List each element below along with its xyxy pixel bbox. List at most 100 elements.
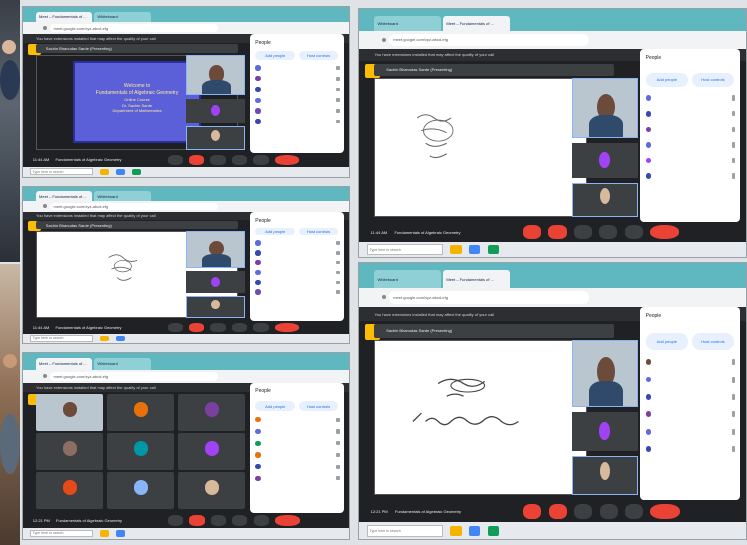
participant-row[interactable]	[640, 153, 741, 169]
leave-call-button[interactable]	[650, 503, 680, 520]
mic-off-button[interactable]	[522, 225, 542, 240]
grid-tile[interactable]	[106, 472, 174, 510]
folder-icon[interactable]	[99, 530, 110, 537]
add-people-button[interactable]: Add people	[255, 401, 296, 412]
participant-row[interactable]	[250, 277, 345, 287]
grid-tile[interactable]	[106, 393, 174, 431]
browser-tab-other[interactable]: Whiteboard	[374, 270, 442, 288]
app-icon[interactable]	[131, 168, 142, 175]
present-button[interactable]	[599, 225, 618, 240]
participant-row[interactable]	[250, 437, 345, 449]
participant-tile[interactable]	[186, 98, 245, 123]
host-controls-button[interactable]: Host controls	[691, 333, 735, 351]
add-people-button[interactable]: Add people	[645, 72, 689, 88]
participant-tile[interactable]	[186, 271, 245, 294]
taskbar-search[interactable]: Type here to search	[29, 168, 94, 176]
app-icon[interactable]	[488, 245, 500, 254]
participant-row[interactable]	[250, 95, 345, 106]
url-field[interactable]: meet.google.com/xyz-abcd-efg	[49, 202, 219, 211]
participant-row[interactable]	[250, 287, 345, 297]
camera-off-button[interactable]	[189, 155, 205, 165]
browser-tab-other[interactable]: Whiteboard	[94, 11, 151, 23]
add-people-button[interactable]: Add people	[645, 333, 689, 351]
participant-row[interactable]	[640, 106, 741, 122]
folder-icon[interactable]	[450, 245, 462, 254]
present-button[interactable]	[232, 515, 248, 526]
participant-row[interactable]	[250, 73, 345, 84]
more-options-button[interactable]	[624, 503, 644, 520]
captions-button[interactable]	[574, 503, 593, 520]
mic-button[interactable]	[167, 155, 183, 165]
presenter-video-tile[interactable]	[571, 78, 638, 138]
more-options-button[interactable]	[253, 515, 269, 526]
present-button[interactable]	[231, 323, 248, 332]
folder-icon[interactable]	[99, 168, 110, 175]
add-people-button[interactable]: Add people	[255, 227, 296, 236]
participant-row[interactable]	[250, 472, 345, 484]
participant-row[interactable]	[250, 258, 345, 268]
grid-tile[interactable]	[36, 472, 103, 510]
more-options-button[interactable]	[253, 323, 269, 332]
captions-button[interactable]	[210, 155, 226, 165]
url-field[interactable]: meet.google.com/xyz-abcd-efg	[49, 24, 219, 33]
grid-tile[interactable]	[177, 393, 245, 431]
folder-icon[interactable]	[99, 335, 110, 342]
taskbar-search[interactable]: Type here to search	[366, 244, 443, 255]
browser-tab-other[interactable]: Whiteboard	[94, 191, 151, 202]
participant-row[interactable]	[640, 168, 741, 184]
host-controls-button[interactable]: Host controls	[298, 227, 339, 236]
participant-row[interactable]	[250, 248, 345, 258]
participant-tile[interactable]	[571, 412, 638, 451]
mic-off-button[interactable]	[523, 503, 542, 520]
taskbar-search[interactable]: Type here to search	[29, 335, 94, 342]
url-field[interactable]: meet.google.com/xyz-abcd-efg	[389, 290, 590, 305]
captions-button[interactable]	[210, 515, 227, 526]
url-field[interactable]: meet.google.com/xyz-abcd-efg	[49, 371, 219, 381]
more-options-button[interactable]	[624, 225, 643, 240]
captions-button[interactable]	[210, 323, 226, 332]
leave-call-button[interactable]	[274, 323, 300, 332]
host-controls-button[interactable]: Host controls	[691, 72, 735, 88]
camera-off-button[interactable]	[189, 515, 205, 526]
participant-row[interactable]	[640, 423, 741, 440]
participant-row[interactable]	[250, 238, 345, 248]
participant-row[interactable]	[250, 268, 345, 278]
participant-row[interactable]	[250, 84, 345, 95]
presenter-video-tile[interactable]	[571, 340, 638, 407]
browser-tab-meet[interactable]: Meet – Fundamentals of ...	[443, 270, 511, 288]
camera-off-button[interactable]	[189, 323, 205, 332]
host-controls-button[interactable]: Host controls	[298, 401, 339, 412]
chrome-icon[interactable]	[469, 245, 481, 254]
presenter-video-tile[interactable]	[186, 230, 245, 269]
participant-row[interactable]	[640, 354, 741, 371]
self-view-tile[interactable]	[571, 456, 638, 495]
participant-row[interactable]	[250, 116, 345, 127]
folder-icon[interactable]	[450, 525, 462, 536]
url-field[interactable]: meet.google.com/xyz-abcd-efg	[389, 33, 590, 47]
browser-tab-meet[interactable]: Meet – Fundamentals of ...	[36, 191, 93, 202]
leave-call-button[interactable]	[650, 225, 680, 240]
participant-row[interactable]	[250, 426, 345, 438]
self-view-tile[interactable]	[571, 182, 638, 218]
browser-tab-meet[interactable]: Meet – Fundamentals of ...	[36, 358, 93, 370]
browser-tab-other[interactable]: Whiteboard	[374, 15, 442, 32]
grid-tile[interactable]	[106, 433, 174, 471]
chrome-icon[interactable]	[115, 530, 126, 537]
presenter-video-tile[interactable]	[186, 54, 245, 96]
leave-call-button[interactable]	[274, 155, 300, 165]
taskbar-search[interactable]: Type here to search	[366, 524, 443, 537]
participant-row[interactable]	[640, 90, 741, 106]
participant-row[interactable]	[250, 414, 345, 426]
browser-tab-meet[interactable]: Meet – Fundamentals of ...	[443, 15, 511, 32]
grid-tile[interactable]	[36, 433, 103, 471]
grid-tile[interactable]	[177, 472, 245, 510]
participant-row[interactable]	[640, 371, 741, 388]
participant-row[interactable]	[640, 406, 741, 423]
participant-row[interactable]	[640, 388, 741, 405]
camera-off-button[interactable]	[548, 503, 567, 520]
mic-button[interactable]	[167, 323, 183, 332]
participant-row[interactable]	[250, 449, 345, 461]
chrome-icon[interactable]	[115, 335, 126, 342]
browser-tab-other[interactable]: Whiteboard	[94, 358, 151, 370]
browser-tab-meet[interactable]: Meet – Fundamentals of ...	[36, 11, 93, 23]
